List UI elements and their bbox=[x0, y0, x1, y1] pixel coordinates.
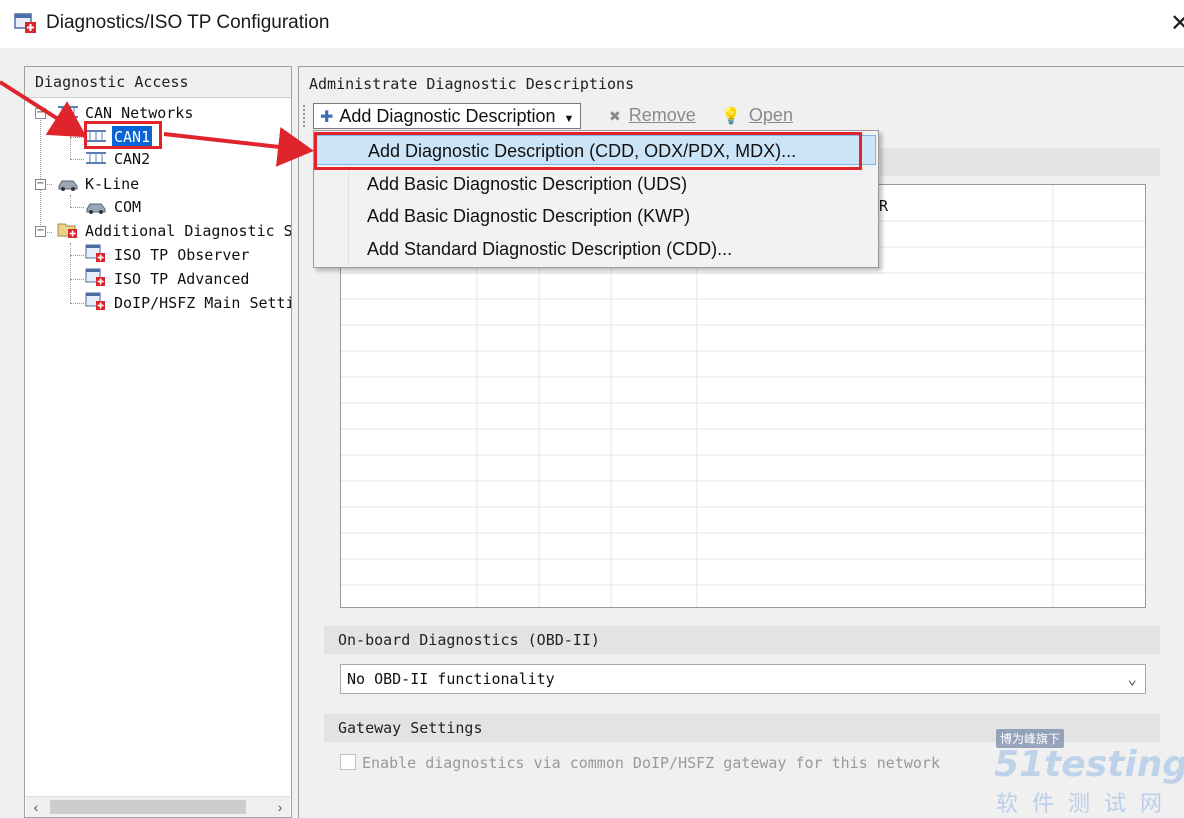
obd-functionality-select[interactable]: No OBD-II functionality ⌄ bbox=[340, 664, 1146, 694]
config-window-icon bbox=[85, 292, 105, 310]
car-icon bbox=[58, 180, 78, 191]
open-button[interactable]: 💡 Open bbox=[721, 103, 793, 127]
gateway-checkbox[interactable] bbox=[340, 754, 356, 770]
open-label: Open bbox=[748, 105, 793, 125]
remove-label: Remove bbox=[628, 105, 696, 125]
tree-item-label: K-Line bbox=[85, 175, 140, 193]
grid-column-header: R bbox=[879, 197, 889, 215]
remove-button[interactable]: ✖ Remove bbox=[609, 103, 696, 127]
diagnostic-access-tree: − CAN Networks CAN1 CAN2 − K-Line COM − bbox=[25, 67, 291, 767]
config-window-icon bbox=[85, 244, 105, 262]
toolbar-grip bbox=[303, 105, 307, 127]
scrollbar-thumb[interactable] bbox=[50, 800, 246, 814]
tree-item-label: COM bbox=[114, 198, 142, 216]
dropdown-arrow-icon: ▼ bbox=[563, 113, 575, 125]
window-titlebar: Diagnostics/ISO TP Configuration ✕ bbox=[0, 0, 1184, 48]
tree-item-label: CAN2 bbox=[114, 150, 151, 168]
window-title: Diagnostics/ISO TP Configuration bbox=[46, 12, 330, 33]
obd-select-value: No OBD-II functionality bbox=[347, 670, 555, 688]
collapse-icon[interactable]: − bbox=[35, 179, 46, 190]
watermark-subtitle: 软件测试网 bbox=[996, 791, 1177, 816]
network-icon bbox=[58, 106, 78, 118]
horizontal-scrollbar[interactable]: ‹ › bbox=[26, 796, 290, 817]
obd-section-header: On-board Diagnostics (OBD-II) bbox=[324, 626, 1160, 654]
gateway-checkbox-label: Enable diagnostics via common DoIP/HSFZ … bbox=[362, 754, 940, 772]
annotation-box-can1 bbox=[84, 121, 162, 149]
menu-item-add-standard-cdd[interactable]: Add Standard Diagnostic Description (CDD… bbox=[316, 234, 876, 264]
tree-item-label: Additional Diagnostic S bbox=[85, 222, 291, 240]
menu-item-add-basic-kwp[interactable]: Add Basic Diagnostic Description (KWP) bbox=[316, 201, 876, 231]
descriptions-section-bar bbox=[880, 148, 1160, 176]
add-diagnostic-description-label: Add Diagnostic Description bbox=[339, 106, 556, 126]
add-icon: ✚ bbox=[320, 109, 334, 126]
car-icon bbox=[86, 203, 106, 214]
lightbulb-icon: 💡 bbox=[721, 108, 741, 125]
collapse-icon[interactable]: − bbox=[35, 108, 46, 119]
scroll-right-icon[interactable]: › bbox=[270, 797, 290, 817]
folder-settings-icon bbox=[57, 223, 77, 238]
config-window-icon bbox=[85, 268, 105, 286]
administrate-descriptions-title: Administrate Diagnostic Descriptions bbox=[309, 75, 635, 93]
add-diagnostic-description-button[interactable]: ✚ Add Diagnostic Description ▼ bbox=[313, 103, 582, 129]
tree-item-label: ISO TP Advanced bbox=[114, 270, 250, 288]
collapse-icon[interactable]: − bbox=[35, 226, 46, 237]
diagnostic-access-panel: Diagnostic Access − CAN Networks CAN1 CA… bbox=[24, 66, 292, 818]
scroll-left-icon[interactable]: ‹ bbox=[26, 797, 46, 817]
chevron-down-icon: ⌄ bbox=[1127, 669, 1137, 688]
network-icon bbox=[86, 152, 106, 164]
tree-item-label: DoIP/HSFZ Main Setti bbox=[114, 294, 291, 312]
tree-item-label: ISO TP Observer bbox=[114, 246, 250, 264]
annotation-box-menu-item bbox=[314, 132, 862, 170]
diagnostics-config-icon bbox=[14, 13, 36, 33]
descriptions-toolbar: ✚ Add Diagnostic Description ▼ ✖ Remove 💡 Op… bbox=[299, 99, 1184, 129]
watermark-logo: 51testing bbox=[994, 744, 1184, 785]
remove-icon: ✖ bbox=[609, 108, 621, 124]
menu-item-add-basic-uds[interactable]: Add Basic Diagnostic Description (UDS) bbox=[316, 169, 876, 199]
close-icon[interactable]: ✕ bbox=[1170, 9, 1184, 38]
